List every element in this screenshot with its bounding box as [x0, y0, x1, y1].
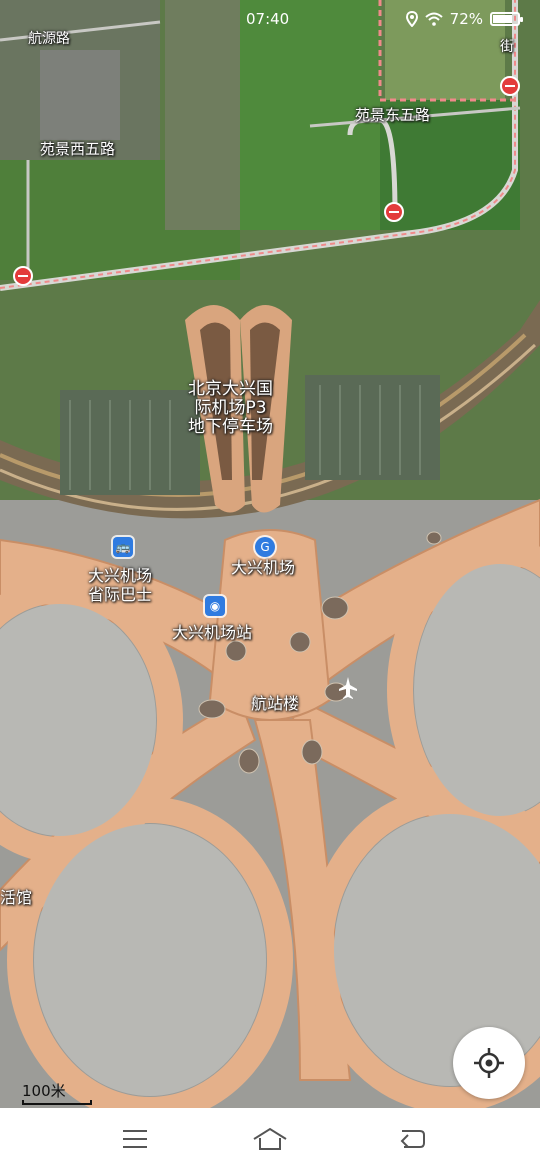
poi-label-line: 北京大兴国: [188, 379, 273, 399]
poi-label-terminal[interactable]: 航站楼: [251, 694, 299, 713]
bus-icon[interactable]: 🚌: [113, 537, 133, 557]
checkin-icon[interactable]: G: [255, 537, 275, 557]
crosshair-icon: [474, 1048, 504, 1078]
battery-percent: 72%: [449, 10, 483, 28]
road-label-street: 街: [500, 39, 514, 55]
home-icon: [253, 1127, 287, 1150]
scale-bar: [22, 1100, 92, 1105]
road-label-yuanjing-east: 苑景东五路: [355, 106, 431, 124]
status-bar: 07:40 72%: [0, 0, 540, 40]
poi-label-p3-parking[interactable]: 北京大兴国 际机场P3 地下停车场: [188, 380, 273, 437]
airplane-icon: [339, 677, 357, 699]
wifi-icon: [424, 12, 443, 26]
poi-label-checkin[interactable]: 大兴机场: [231, 558, 295, 577]
battery-icon: [490, 12, 523, 26]
home-button[interactable]: [252, 1124, 288, 1154]
subway-icon[interactable]: ◉: [205, 596, 225, 616]
poi-label-line: 地下停车场: [188, 417, 273, 437]
poi-label-edge[interactable]: 活馆: [0, 888, 32, 907]
status-right: 72%: [405, 10, 523, 28]
status-time: 07:40: [246, 10, 290, 28]
satellite-map[interactable]: 航源路 苑景西五路 苑景东五路 街 北京大兴国 际机场P3 地下停车场 🚌 大兴…: [0, 0, 540, 1108]
poi-label-line: 际机场P3: [194, 398, 267, 418]
poi-label-bus[interactable]: 大兴机场 省际巴士: [88, 566, 152, 604]
no-entry-icon[interactable]: [13, 266, 33, 286]
poi-label-line: 大兴机场: [88, 566, 153, 585]
poi-label-line: 省际巴士: [88, 585, 153, 604]
menu-icon: [123, 1130, 147, 1148]
no-entry-icon[interactable]: [384, 202, 404, 222]
system-nav-bar: [0, 1108, 540, 1170]
menu-button[interactable]: [119, 1124, 151, 1154]
scale-label: 100米: [22, 1082, 66, 1100]
map-scale: 100米: [22, 1080, 92, 1105]
locate-button[interactable]: [453, 1027, 525, 1099]
road-label-yuanjing-west: 苑景西五路: [40, 140, 116, 158]
no-entry-icon[interactable]: [500, 76, 520, 96]
location-icon: [405, 11, 418, 27]
back-button[interactable]: [396, 1124, 428, 1154]
back-icon: [400, 1130, 425, 1148]
poi-label-station[interactable]: 大兴机场站: [172, 623, 252, 642]
